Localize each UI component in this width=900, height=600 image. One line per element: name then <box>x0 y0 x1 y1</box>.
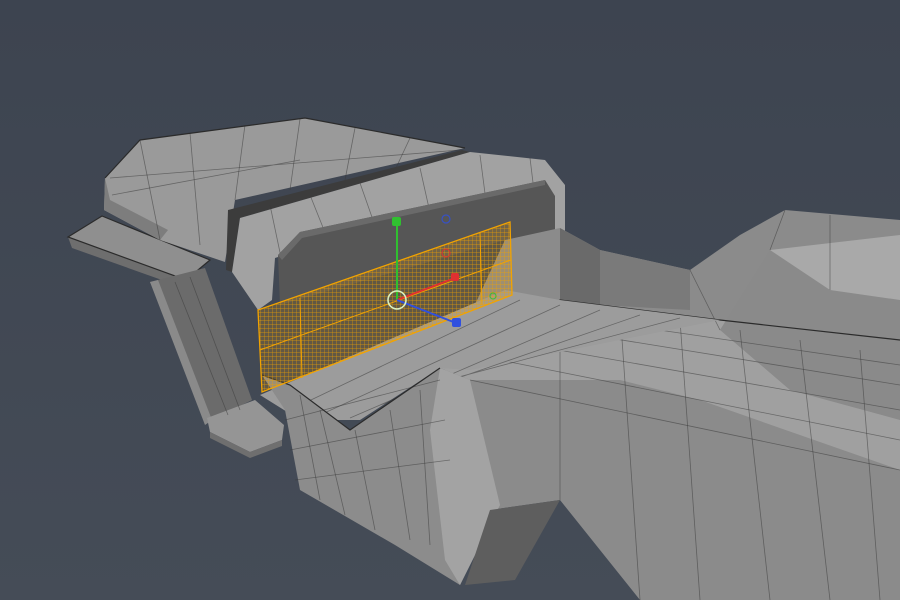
gizmo-x-handle[interactable] <box>451 273 459 281</box>
model-render[interactable] <box>0 0 900 600</box>
gizmo-z-handle[interactable] <box>452 318 461 327</box>
3d-viewport[interactable] <box>0 0 900 600</box>
gizmo-y-handle[interactable] <box>392 217 401 226</box>
